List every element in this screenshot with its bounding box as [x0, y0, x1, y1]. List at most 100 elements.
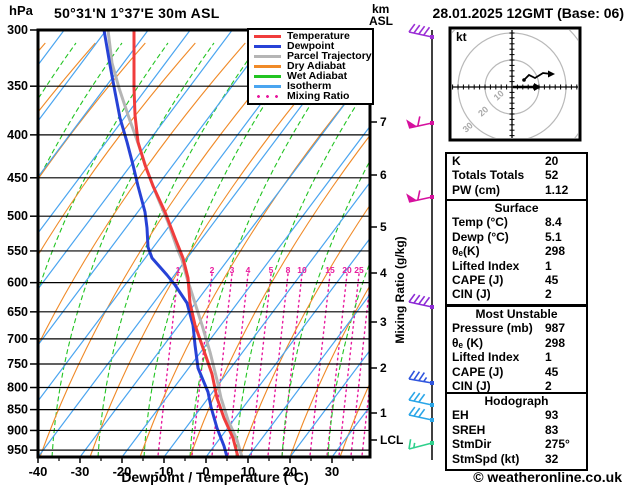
wind-barb-feather	[408, 406, 416, 416]
table-row-value: 298	[545, 335, 566, 350]
table-row: Lifted Index 1	[447, 259, 586, 273]
wind-barb-feather	[413, 392, 421, 402]
table-row: θₑ (K) 298	[447, 336, 586, 350]
mixing-ratio-value-label: 3	[230, 265, 235, 275]
mixing-ratio-line	[338, 273, 360, 457]
legend-color-swatch	[254, 95, 281, 98]
wind-barb-feather	[413, 24, 421, 34]
table-row-label: Lifted Index	[452, 350, 520, 365]
wind-barb-half-feather	[423, 377, 428, 383]
table-row-label: CIN (J)	[452, 287, 491, 302]
hodograph-trace-start-dot	[522, 78, 526, 82]
mixing-ratio-value-label: 5	[269, 265, 274, 275]
pressure-tick-label: 800	[7, 381, 28, 395]
pressure-axis-unit: hPa	[9, 3, 33, 18]
legend-color-swatch	[254, 55, 281, 58]
indices-table-most-unstable: Most Unstable Pressure (mb) 987 θₑ (K) 298 Li…	[445, 305, 588, 396]
dry-adiabat-line	[39, 42, 296, 457]
pressure-tick-label: 600	[7, 276, 28, 290]
table-row: SREH 83	[447, 423, 586, 437]
mixing-ratio-value-label: 4	[246, 265, 251, 275]
table-row: StmDir 275°	[447, 437, 586, 451]
wind-barb-feather	[418, 25, 426, 35]
wind-barb-feather	[417, 116, 421, 127]
wind-barb-feather	[408, 23, 416, 33]
table-row-value: 45	[545, 364, 559, 379]
pressure-tick-label: 700	[7, 332, 28, 346]
table-row-value: 1	[545, 258, 552, 273]
table-row-value: 83	[545, 422, 559, 437]
mixing-ratio-value-label: 20	[342, 265, 352, 275]
legend-color-swatch	[254, 85, 281, 88]
wind-barb-dot	[430, 305, 434, 309]
wet-adiabat-line	[51, 42, 215, 457]
table-row-label: CIN (J)	[452, 378, 491, 393]
indices-table-surface: Surface Temp (°C) 8.4 Dewp (°C) 5.1 θₑ(K) 298 L…	[445, 199, 588, 306]
wet-adiabat-line	[281, 159, 370, 457]
page-title: 50°31'N 1°37'E 30m ASL	[54, 5, 220, 21]
table-row-label: CAPE (J)	[452, 364, 504, 379]
legend-color-swatch	[254, 75, 281, 78]
wind-barb-dot	[430, 121, 434, 125]
wind-barb-feather	[418, 372, 425, 382]
table-row-value: 93	[545, 408, 559, 423]
mixing-ratio-value-label: 10	[297, 265, 307, 275]
table-row-value: 2	[545, 287, 552, 302]
mixing-ratio-line	[309, 273, 331, 457]
mixing-ratio-axis-title: Mixing Ratio (g/kg)	[393, 236, 407, 344]
wind-barb-dot	[430, 195, 434, 199]
table-row-value: 1.12	[545, 182, 569, 197]
table-row: Totals Totals 52	[447, 168, 586, 182]
legend-color-swatch	[254, 65, 281, 68]
pressure-tick-label: 750	[7, 357, 28, 371]
legend-entry: Mixing Ratio	[249, 90, 372, 102]
pressure-tick-label: 350	[7, 79, 28, 93]
wind-barb-feather	[413, 407, 421, 417]
dry-adiabat-line	[38, 42, 196, 257]
table-section-header: Hodograph	[484, 394, 549, 408]
pressure-tick-label: 950	[7, 443, 28, 457]
wind-barb-feather	[413, 294, 421, 304]
table-section-header: Most Unstable	[475, 307, 558, 321]
table-row-label: Totals Totals	[452, 168, 525, 183]
wind-barb-feather	[423, 26, 431, 36]
km-tick-label: 2	[380, 361, 387, 375]
table-row-label: Temp (°C)	[452, 215, 508, 230]
valid-datetime: 28.01.2025 12GMT (Base: 06)	[432, 5, 624, 21]
table-row-label: EH	[452, 408, 469, 423]
table-row: CAPE (J) 45	[447, 273, 586, 287]
wind-barb-half-feather	[413, 442, 416, 448]
table-row-label: θₑ(K)	[452, 244, 480, 259]
table-row-label: StmDir	[452, 437, 492, 452]
table-row-value: 1	[545, 350, 552, 365]
table-row-label: θₑ (K)	[452, 335, 483, 350]
mixing-ratio-value-label: 1	[176, 265, 181, 275]
wind-barb-feather	[408, 391, 416, 401]
wind-barb-feather	[408, 439, 412, 450]
km-tick-label: 6	[380, 168, 387, 182]
table-section-header: Surface	[494, 201, 539, 215]
wind-barb-dot	[430, 418, 434, 422]
indices-table-hodograph: Hodograph EH 93 SREH 83 StmDir 275° StmSpd (kt)…	[445, 392, 588, 471]
temperature-curve	[132, 30, 240, 457]
table-row: θₑ(K) 298	[447, 244, 586, 258]
wind-barb-feather	[418, 295, 426, 305]
table-row: Dewp (°C) 5.1	[447, 230, 586, 244]
table-row-value: 5.1	[545, 229, 562, 244]
table-row: StmSpd (kt) 32	[447, 452, 586, 466]
wind-barb-feather	[413, 371, 421, 381]
legend: Temperature Dewpoint Parcel Trajectory Dry …	[247, 28, 374, 105]
indices-table-stability: K 20 Totals Totals 52 PW (cm) 1.12	[445, 152, 588, 203]
table-row: EH 93	[447, 408, 586, 422]
temp-axis-tick-label: -40	[29, 464, 48, 479]
table-row: CAPE (J) 45	[447, 365, 586, 379]
table-row-value: 20	[545, 154, 559, 168]
table-row-label: Lifted Index	[452, 258, 520, 273]
mixing-ratio-value-label: 2	[210, 265, 215, 275]
km-tick-label: 5	[380, 220, 387, 234]
legend-color-swatch	[254, 35, 281, 38]
pressure-tick-label: 650	[7, 305, 28, 319]
wind-barb-feather	[423, 296, 431, 306]
pressure-tick-label: 500	[7, 209, 28, 223]
mixing-ratio-value-label: 25	[354, 265, 364, 275]
